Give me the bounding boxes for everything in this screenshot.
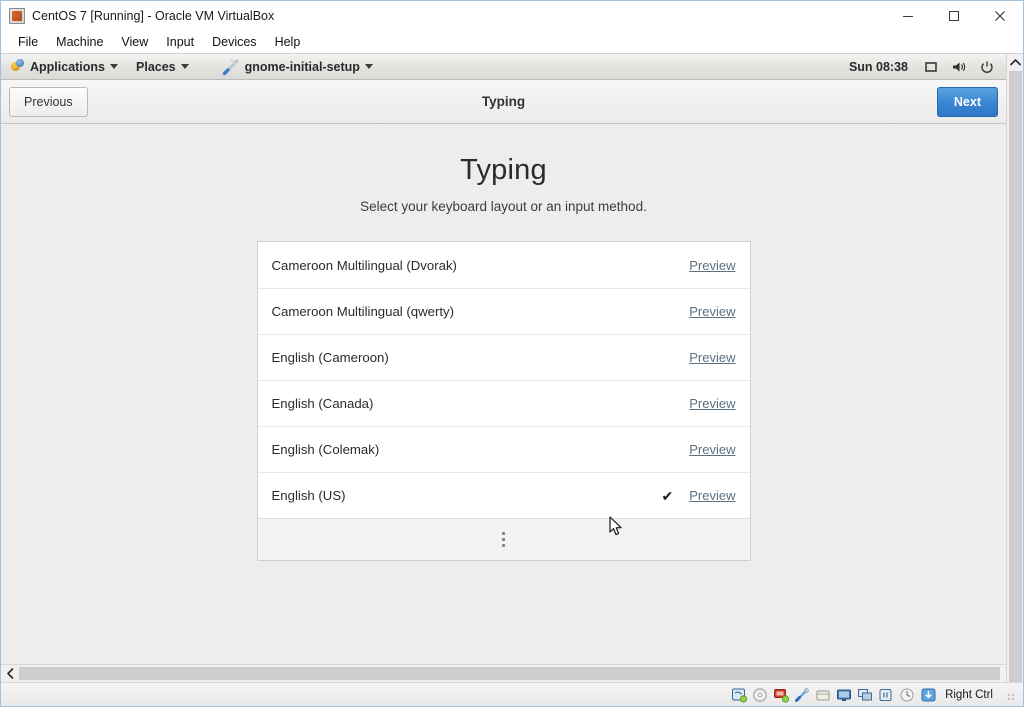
menu-help[interactable]: Help (266, 33, 310, 51)
mouse-integration-icon[interactable] (899, 687, 916, 703)
display-icon[interactable] (836, 687, 853, 703)
remote-display-icon[interactable] (857, 687, 874, 703)
places-menu[interactable]: Places (127, 54, 198, 79)
chevron-down-icon (110, 64, 118, 69)
layout-name: English (US) (272, 488, 346, 503)
preview-link[interactable]: Preview (689, 488, 735, 503)
list-item-selected[interactable]: English (US) ✔ Preview (258, 472, 750, 518)
panel-clock[interactable]: Sun 08:38 (841, 60, 916, 74)
guest-screen: Applications Places (1, 54, 1006, 682)
page-title: Typing (460, 154, 547, 187)
scroll-up-icon[interactable] (1007, 54, 1024, 71)
layout-name: English (Colemak) (272, 442, 380, 457)
layout-name: English (Canada) (272, 396, 374, 411)
gis-content: Typing Select your keyboard layout or an… (1, 124, 1006, 664)
list-item[interactable]: English (Cameroon) ✔ Preview (258, 334, 750, 380)
applications-menu-label: Applications (30, 60, 105, 74)
volume-icon[interactable] (946, 54, 972, 79)
host-key-label: Right Ctrl (945, 689, 993, 701)
gis-header-bar: Previous Typing Next (1, 80, 1006, 124)
menu-view[interactable]: View (112, 33, 157, 51)
video-capture-icon[interactable] (878, 687, 895, 703)
next-button[interactable]: Next (937, 87, 998, 117)
close-button[interactable] (977, 1, 1023, 31)
applications-icon (10, 59, 25, 74)
layout-name: Cameroon Multilingual (Dvorak) (272, 258, 457, 273)
menu-machine[interactable]: Machine (47, 33, 112, 51)
scroll-left-icon[interactable] (1, 665, 19, 683)
preview-link[interactable]: Preview (689, 350, 735, 365)
preview-link[interactable]: Preview (689, 258, 735, 273)
vbox-statusbar: Right Ctrl (1, 682, 1023, 706)
chevron-down-icon (365, 64, 373, 69)
show-more-row[interactable] (258, 518, 750, 560)
layout-name: Cameroon Multilingual (qwerty) (272, 304, 455, 319)
list-item[interactable]: English (Canada) ✔ Preview (258, 380, 750, 426)
window-list-item-label: gnome-initial-setup (245, 60, 360, 74)
window-title: CentOS 7 [Running] - Oracle VM VirtualBo… (32, 9, 274, 23)
network-icon[interactable] (918, 54, 944, 79)
hard-disk-icon[interactable] (731, 687, 748, 703)
layout-name: English (Cameroon) (272, 350, 389, 365)
network-icon[interactable] (773, 687, 790, 703)
window-list-item-gnome-initial-setup[interactable]: gnome-initial-setup (214, 54, 381, 79)
vbox-menubar: File Machine View Input Devices Help (1, 31, 1023, 53)
pencil-icon (222, 58, 240, 76)
applications-menu[interactable]: Applications (1, 54, 127, 79)
list-item[interactable]: English (Colemak) ✔ Preview (258, 426, 750, 472)
power-icon[interactable] (974, 54, 1000, 79)
list-item[interactable]: Cameroon Multilingual (Dvorak) ✔ Preview (258, 242, 750, 288)
virtualbox-window: CentOS 7 [Running] - Oracle VM VirtualBo… (0, 0, 1024, 707)
horizontal-scroll-thumb[interactable] (19, 667, 1000, 680)
gnome-panel-right: Sun 08:38 (841, 54, 1006, 79)
places-menu-label: Places (136, 60, 176, 74)
previous-button[interactable]: Previous (9, 87, 88, 117)
optical-disk-icon[interactable] (752, 687, 769, 703)
menu-input[interactable]: Input (157, 33, 203, 51)
preview-link[interactable]: Preview (689, 396, 735, 411)
check-icon: ✔ (662, 489, 674, 503)
window-titlebar: CentOS 7 [Running] - Oracle VM VirtualBo… (1, 1, 1023, 31)
resize-grip[interactable] (1003, 689, 1015, 701)
vertical-scrollbar[interactable] (1006, 54, 1023, 682)
host-key-icon[interactable] (920, 687, 937, 703)
gnome-top-panel: Applications Places (1, 54, 1006, 80)
usb-icon[interactable] (794, 687, 811, 703)
virtualbox-vm-icon (9, 8, 25, 24)
page-subtitle: Select your keyboard layout or an input … (360, 199, 647, 214)
more-vertical-icon (502, 532, 505, 547)
shared-folders-icon[interactable] (815, 687, 832, 703)
keyboard-layout-list: Cameroon Multilingual (Dvorak) ✔ Preview… (257, 241, 751, 561)
menu-devices[interactable]: Devices (203, 33, 265, 51)
minimize-button[interactable] (885, 1, 931, 31)
vertical-scroll-thumb[interactable] (1009, 71, 1022, 682)
menu-file[interactable]: File (9, 33, 47, 51)
list-item[interactable]: Cameroon Multilingual (qwerty) ✔ Preview (258, 288, 750, 334)
horizontal-scrollbar[interactable] (1, 664, 1006, 682)
gnome-panel-left: Applications Places (1, 54, 381, 79)
gis-header-title: Typing (1, 94, 1006, 109)
preview-link[interactable]: Preview (689, 442, 735, 457)
preview-link[interactable]: Preview (689, 304, 735, 319)
maximize-button[interactable] (931, 1, 977, 31)
guest-screen-area: Applications Places (1, 53, 1023, 682)
window-controls (885, 1, 1023, 31)
chevron-down-icon (181, 64, 189, 69)
